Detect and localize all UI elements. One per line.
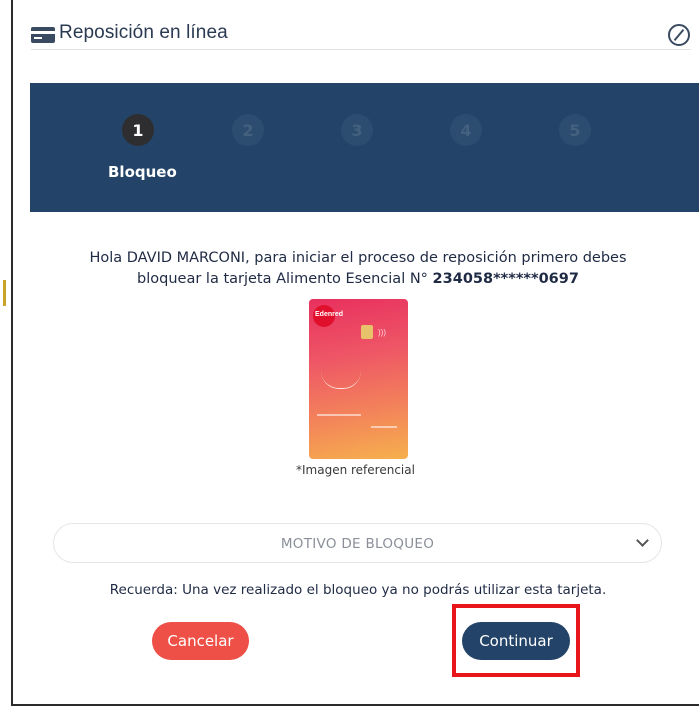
step-1: 1: [122, 114, 154, 146]
greeting-message: Hola DAVID MARCONI, para iniciar el proc…: [73, 248, 643, 290]
close-icon[interactable]: [668, 24, 690, 46]
greeting-line-1: Hola DAVID MARCONI, para iniciar el proc…: [89, 250, 627, 266]
card-number-line: [371, 426, 397, 428]
card-name-line: [317, 414, 361, 416]
reposition-modal: Reposición en línea 1 2 3 4 5 Bloqueo Ho…: [13, 0, 699, 706]
card-chip: [361, 325, 373, 339]
highlight-box: [452, 604, 580, 677]
card-number: 234058******0697: [432, 271, 579, 287]
modal-header: Reposición en línea: [31, 20, 691, 50]
image-caption: *Imagen referencial: [296, 463, 415, 477]
active-step-label: Bloqueo: [108, 163, 177, 181]
step-5: 5: [559, 114, 591, 146]
step-2: 2: [232, 114, 264, 146]
card-illustration: [321, 371, 361, 389]
greeting-line-2-text: bloquear la tarjeta Alimento Esencial N°: [137, 271, 433, 287]
edge-accent: [3, 280, 6, 306]
credit-card-icon: [31, 27, 55, 43]
step-3: 3: [341, 114, 373, 146]
modal-title: Reposición en línea: [59, 22, 228, 43]
block-reason-select[interactable]: MOTIVO DE BLOQUEO: [53, 523, 662, 563]
contactless-icon: ))): [378, 328, 386, 337]
step-4: 4: [450, 114, 482, 146]
window-left-edge: [0, 0, 13, 706]
warning-text: Recuerda: Una vez realizado el bloqueo y…: [109, 582, 607, 598]
card-image: Edenred ))): [309, 299, 408, 459]
card-brand: Edenred: [315, 311, 344, 318]
cancel-button[interactable]: Cancelar: [152, 622, 249, 660]
greeting-line-2: bloquear la tarjeta Alimento Esencial N°…: [73, 269, 643, 290]
progress-stepper: 1 2 3 4 5 Bloqueo: [30, 83, 699, 212]
block-reason-value: MOTIVO DE BLOQUEO: [280, 536, 435, 552]
